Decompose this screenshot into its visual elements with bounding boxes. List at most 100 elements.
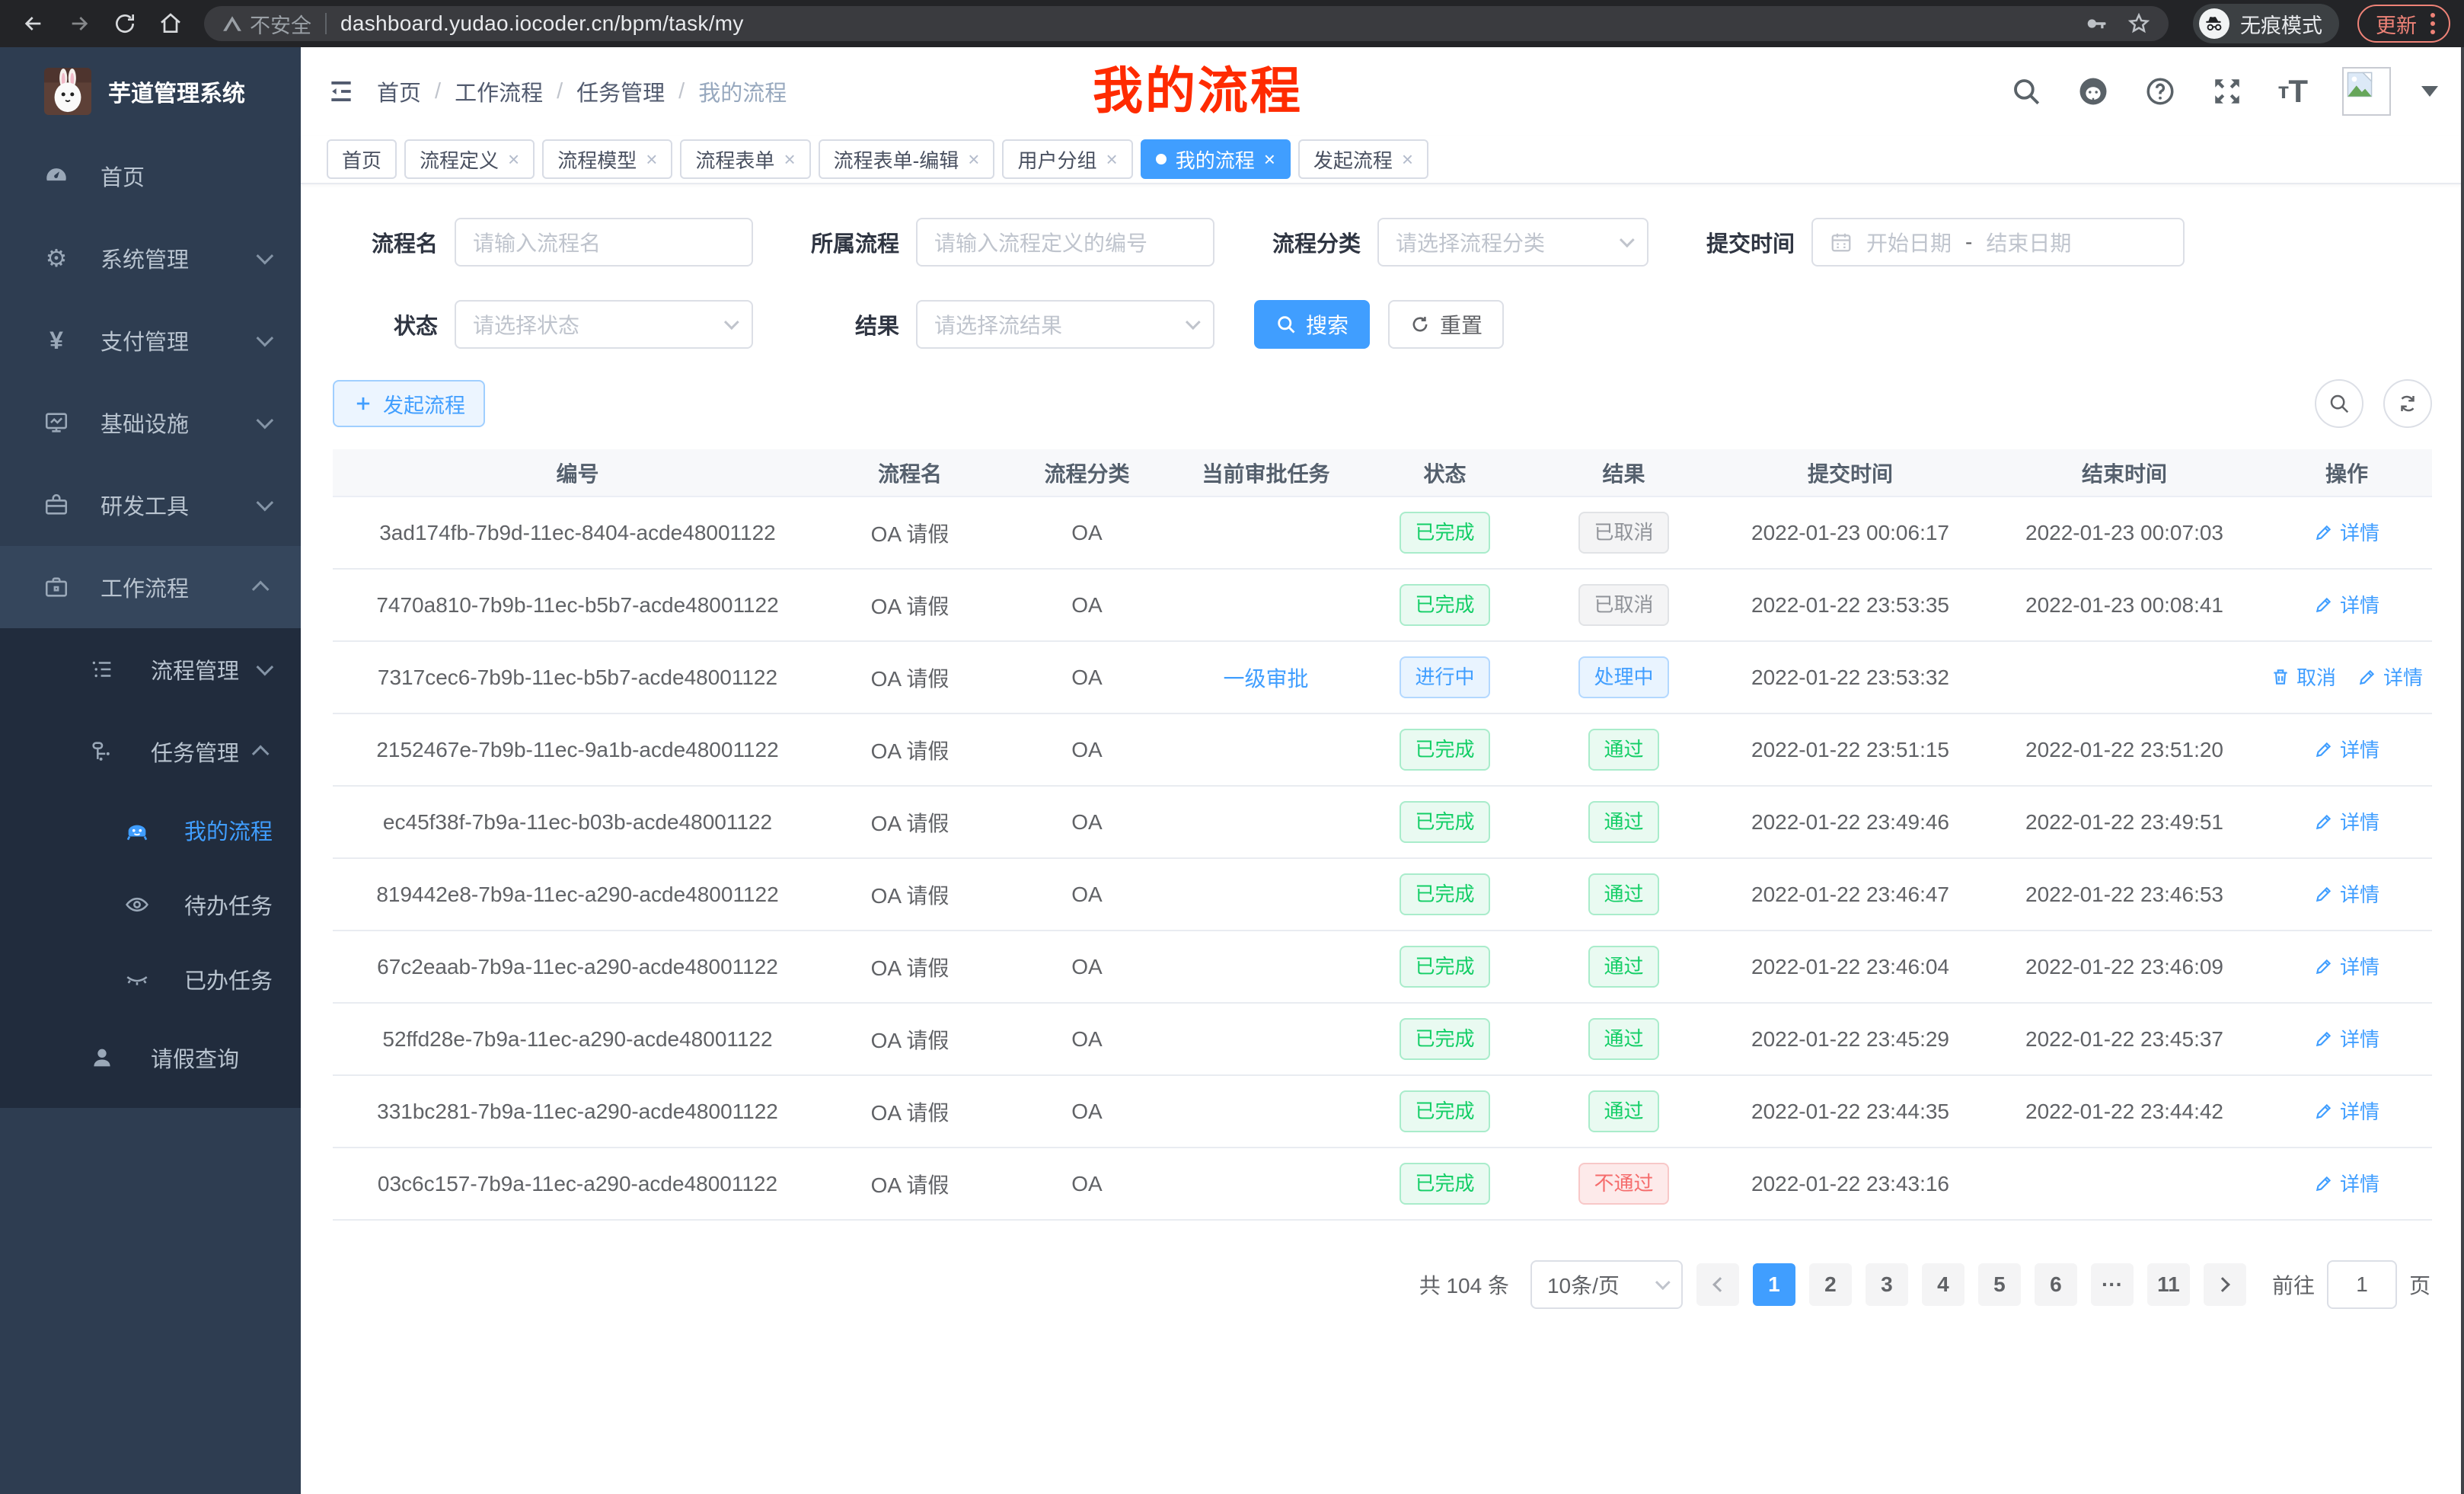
breadcrumb-item[interactable]: 首页 <box>377 75 421 107</box>
security-label[interactable]: 不安全 <box>250 9 311 39</box>
app-title: 芋道管理系统 <box>108 75 245 108</box>
page-button[interactable]: 5 <box>1978 1263 2021 1306</box>
table-search-button[interactable] <box>2315 379 2363 428</box>
cell-submit-time: 2022-01-22 23:51:15 <box>1713 713 1987 786</box>
password-key-icon[interactable] <box>2085 12 2108 35</box>
sidebar-item-home[interactable]: 首页 <box>0 135 301 217</box>
page-button[interactable]: 6 <box>2035 1263 2077 1306</box>
close-icon[interactable]: × <box>784 149 795 169</box>
process-category-select[interactable]: 请选择流程分类 <box>1377 218 1649 267</box>
col-submit-time: 提交时间 <box>1713 449 1987 496</box>
breadcrumb-item[interactable]: 工作流程 <box>455 75 543 107</box>
search-icon[interactable] <box>2010 75 2042 107</box>
next-page-button[interactable] <box>2204 1263 2246 1306</box>
submit-time-range-picker[interactable]: 开始日期 - 结束日期 <box>1811 218 2185 267</box>
update-button[interactable]: 更新 <box>2357 5 2450 43</box>
reload-icon[interactable] <box>105 4 145 43</box>
detail-button[interactable]: 详情 <box>2314 590 2379 618</box>
pagination: 共 104 条 10条/页 1 2 3 4 5 6 ··· 11 前往 页 <box>333 1260 2432 1309</box>
page-button[interactable]: 3 <box>1866 1263 1908 1306</box>
close-icon[interactable]: × <box>1264 149 1275 169</box>
close-icon[interactable]: × <box>646 149 657 169</box>
start-process-button[interactable]: 发起流程 <box>333 380 485 427</box>
tab-process-form-edit[interactable]: 流程表单-编辑× <box>819 139 995 179</box>
sidebar-item-system[interactable]: ⚙ 系统管理 <box>0 217 301 299</box>
avatar-dropdown-caret-icon[interactable] <box>2421 86 2438 97</box>
result-select[interactable]: 请选择流结果 <box>916 300 1214 349</box>
detail-button[interactable]: 详情 <box>2314 879 2379 908</box>
sidebar-item-devtools[interactable]: 研发工具 <box>0 464 301 546</box>
reset-button[interactable]: 重置 <box>1388 300 1504 349</box>
sidebar-item-pay[interactable]: ¥ 支付管理 <box>0 299 301 381</box>
process-name-input[interactable]: 请输入流程名 <box>455 218 753 267</box>
current-task-link[interactable]: 一级审批 <box>1223 667 1308 691</box>
page-button[interactable]: 11 <box>2147 1263 2190 1306</box>
sidebar-fold-icon[interactable] <box>327 77 356 106</box>
sidebar-item-infra[interactable]: 基础设施 <box>0 381 301 464</box>
tab-process-form[interactable]: 流程表单× <box>680 139 810 179</box>
browser-menu-icon[interactable] <box>2430 13 2435 34</box>
back-icon[interactable] <box>14 4 53 43</box>
breadcrumb-item[interactable]: 任务管理 <box>576 75 665 107</box>
close-icon[interactable]: × <box>968 149 979 169</box>
address-bar[interactable]: 不安全 dashboard.yudao.iocoder.cn/bpm/task/… <box>204 6 2169 41</box>
table-refresh-button[interactable] <box>2383 379 2432 428</box>
tab-start-process[interactable]: 发起流程× <box>1298 139 1428 179</box>
sidebar-item-process-mgmt[interactable]: 流程管理 <box>0 628 301 710</box>
more-pages-button[interactable]: ··· <box>2091 1263 2134 1306</box>
home-icon[interactable] <box>151 4 190 43</box>
close-icon[interactable]: × <box>508 149 519 169</box>
tab-process-model[interactable]: 流程模型× <box>542 139 672 179</box>
breadcrumb: 首页 / 工作流程 / 任务管理 / 我的流程 <box>377 75 800 107</box>
tab-home[interactable]: 首页 <box>327 139 397 179</box>
detail-button[interactable]: 详情 <box>2314 1024 2379 1052</box>
search-button[interactable]: 搜索 <box>1254 300 1370 349</box>
close-icon[interactable]: × <box>1106 149 1118 169</box>
prev-page-button[interactable] <box>1696 1263 1739 1306</box>
col-id: 编号 <box>333 449 822 496</box>
sidebar-item-todo-tasks[interactable]: 待办任务 <box>0 867 301 942</box>
app-logo-block[interactable]: 芋道管理系统 <box>0 47 301 135</box>
edit-icon <box>2314 1029 2334 1049</box>
edit-icon <box>2357 667 2377 687</box>
page-size-select[interactable]: 10条/页 <box>1530 1260 1683 1309</box>
detail-button[interactable]: 详情 <box>2357 662 2423 691</box>
sidebar-item-leave-query[interactable]: 请假查询 <box>0 1017 301 1099</box>
font-size-icon[interactable]: тT <box>2278 73 2307 110</box>
page-button[interactable]: 2 <box>1809 1263 1852 1306</box>
detail-button[interactable]: 详情 <box>2314 1169 2379 1197</box>
tab-user-group[interactable]: 用户分组× <box>1002 139 1132 179</box>
jump-page-input[interactable] <box>2327 1260 2397 1309</box>
result-badge: 通过 <box>1588 729 1658 771</box>
avatar[interactable] <box>2342 67 2391 116</box>
table-row: 52ffd28e-7b9a-11ec-a290-acde48001122 OA … <box>333 1003 2432 1075</box>
active-dot-icon <box>1156 154 1167 164</box>
forward-icon[interactable] <box>59 4 99 43</box>
process-definition-input[interactable]: 请输入流程定义的编号 <box>916 218 1214 267</box>
close-icon[interactable]: × <box>1402 149 1413 169</box>
detail-button[interactable]: 详情 <box>2314 1097 2379 1125</box>
page-button[interactable]: 1 <box>1753 1263 1795 1306</box>
cancel-button[interactable]: 取消 <box>2271 662 2336 691</box>
detail-button[interactable]: 详情 <box>2314 952 2379 980</box>
sidebar-item-label: 任务管理 <box>151 736 239 768</box>
sidebar-item-done-tasks[interactable]: 已办任务 <box>0 942 301 1017</box>
sidebar-item-my-process[interactable]: 我的流程 <box>0 793 301 867</box>
cell-name: OA 请假 <box>822 786 997 858</box>
detail-button[interactable]: 详情 <box>2314 735 2379 763</box>
total-count: 共 104 条 <box>1419 1269 1509 1300</box>
status-select[interactable]: 请选择状态 <box>455 300 753 349</box>
page-button[interactable]: 4 <box>1922 1263 1964 1306</box>
sidebar-item-task-mgmt[interactable]: 任务管理 <box>0 710 301 793</box>
sidebar-item-workflow[interactable]: 工作流程 <box>0 546 301 628</box>
github-icon[interactable] <box>2077 75 2109 107</box>
cell-current-task <box>1176 1075 1355 1148</box>
detail-button[interactable]: 详情 <box>2314 807 2379 835</box>
tab-my-process[interactable]: 我的流程× <box>1141 139 1291 179</box>
url-text[interactable]: dashboard.yudao.iocoder.cn/bpm/task/my <box>340 11 744 36</box>
tab-process-definition[interactable]: 流程定义× <box>404 139 535 179</box>
detail-button[interactable]: 详情 <box>2314 518 2379 546</box>
help-icon[interactable] <box>2144 75 2176 107</box>
fullscreen-icon[interactable] <box>2211 75 2243 107</box>
bookmark-star-icon[interactable] <box>2127 12 2150 35</box>
